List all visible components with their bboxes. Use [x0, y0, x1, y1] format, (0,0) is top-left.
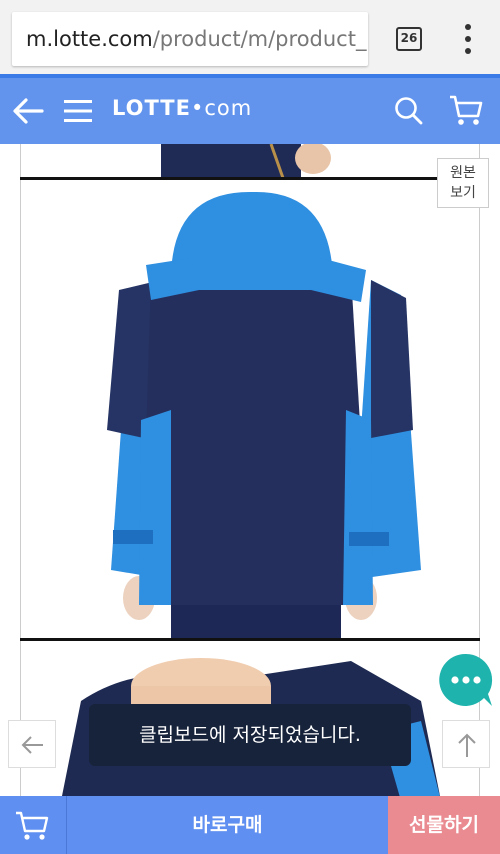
- product-image-front-fragment: [161, 144, 331, 178]
- gift-button[interactable]: 선물하기: [388, 796, 500, 854]
- product-detail-images: [0, 144, 500, 796]
- clipboard-toast: 클립보드에 저장되었습니다.: [89, 704, 411, 766]
- browser-toolbar: m.lotte.com/product/m/product_ 26: [0, 0, 500, 76]
- add-to-cart-button[interactable]: [0, 796, 66, 854]
- back-arrow-icon[interactable]: [12, 96, 44, 126]
- view-original-label-line2: 보기: [450, 185, 476, 201]
- cart-icon: [16, 811, 49, 840]
- previous-image-button[interactable]: [8, 720, 56, 768]
- product-image-jacket-back: [21, 180, 479, 638]
- scroll-to-top-button[interactable]: [442, 720, 490, 768]
- buy-now-button[interactable]: 바로구매: [66, 796, 388, 854]
- browser-menu-icon[interactable]: [458, 24, 478, 54]
- address-bar[interactable]: m.lotte.com/product/m/product_: [12, 12, 368, 66]
- search-icon[interactable]: [394, 96, 424, 126]
- tab-switcher-button[interactable]: 26: [396, 27, 422, 51]
- url-host: m.lotte.com: [26, 27, 153, 51]
- lotte-com-logo[interactable]: LOTTE•com: [112, 96, 252, 120]
- view-original-button[interactable]: 원본 보기: [437, 158, 489, 208]
- url-path: /product/m/product_: [152, 27, 367, 51]
- up-arrow-icon: [458, 733, 476, 757]
- cart-icon[interactable]: [448, 94, 484, 128]
- view-original-label-line1: 원본: [450, 165, 476, 181]
- chat-bubble-icon[interactable]: [438, 652, 494, 708]
- left-arrow-icon: [21, 736, 43, 754]
- menu-icon[interactable]: [64, 98, 92, 124]
- bottom-action-bar: 바로구매 선물하기: [0, 796, 500, 854]
